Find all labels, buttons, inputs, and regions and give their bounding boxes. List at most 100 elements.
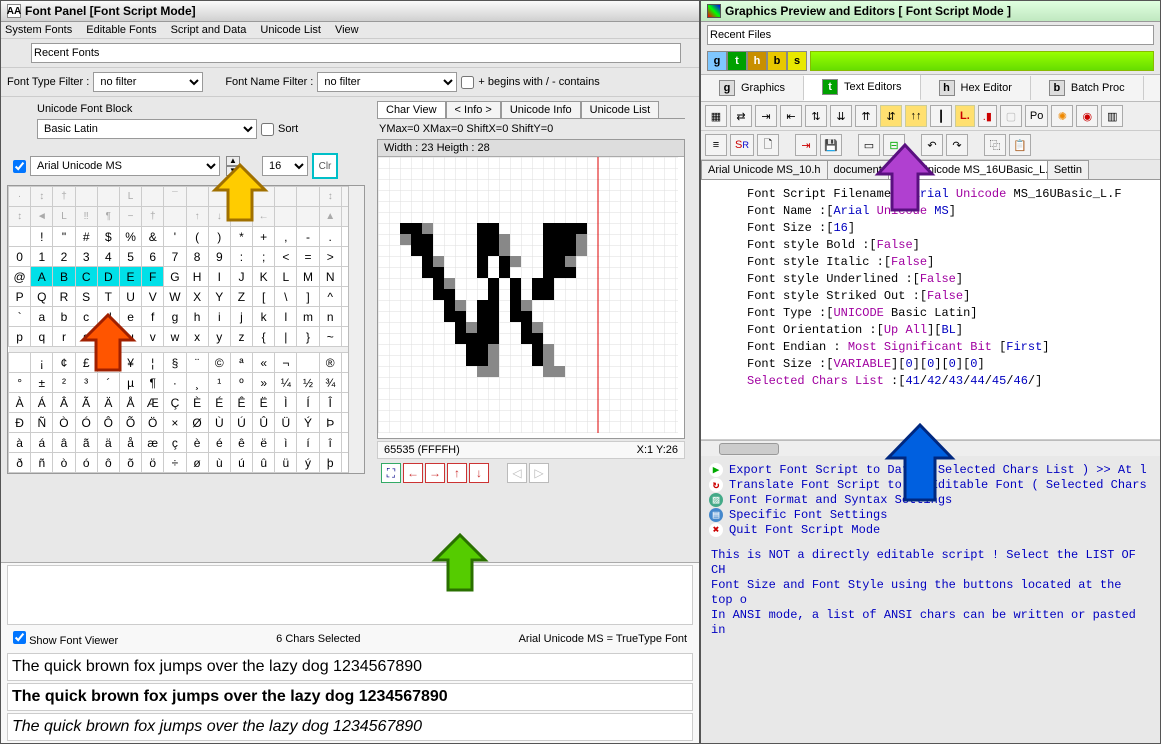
char-cell[interactable]: ç [164, 433, 186, 453]
tb-sr-icon[interactable]: SR [730, 134, 754, 156]
char-cell[interactable]: | [275, 327, 297, 347]
char-cell[interactable]: G [164, 267, 186, 287]
char-cell[interactable]: ¡ [31, 353, 53, 373]
char-cell[interactable]: ó [75, 453, 97, 473]
char-cell[interactable]: U [119, 287, 141, 307]
char-cell[interactable]: % [119, 227, 141, 247]
tb-bars-icon[interactable]: ▥ [1101, 105, 1123, 127]
char-cell[interactable]: a [31, 307, 53, 327]
char-cell[interactable]: ¯ [164, 187, 186, 207]
char-cell[interactable]: ◄ [31, 207, 53, 227]
char-cell[interactable]: Ð [9, 413, 31, 433]
char-cell[interactable]: Ã [75, 393, 97, 413]
tb-redo-icon[interactable]: ↷ [946, 134, 968, 156]
char-cell[interactable]: S [75, 287, 97, 307]
char-cell[interactable]: ~ [319, 327, 341, 347]
char-cell[interactable]: , [275, 227, 297, 247]
char-cell[interactable]: î [319, 433, 341, 453]
char-cell[interactable]: Ö [142, 413, 164, 433]
char-cell[interactable]: I [208, 267, 230, 287]
char-cell[interactable]: Ô [97, 413, 119, 433]
nav-up-button[interactable]: ↑ [447, 463, 467, 483]
char-cell[interactable]: 3 [75, 247, 97, 267]
tb-arrows-ud-icon[interactable]: ⇅ [805, 105, 827, 127]
char-cell[interactable]: ì [275, 433, 297, 453]
char-grid-scrollbar[interactable] [348, 186, 364, 473]
tb-paste-icon[interactable]: 📋 [1009, 134, 1031, 156]
char-cell[interactable]: A [31, 267, 53, 287]
char-cell[interactable]: 1 [31, 247, 53, 267]
char-cell[interactable]: = [297, 247, 319, 267]
char-cell[interactable]: ( [186, 227, 208, 247]
tb-doc-icon[interactable]: 🗋 [757, 134, 779, 156]
tb-mark-icon[interactable]: ◉ [1076, 105, 1098, 127]
char-cell[interactable]: ø [186, 453, 208, 473]
menu-editable-fonts[interactable]: Editable Fonts [86, 24, 156, 36]
char-cell[interactable]: í [297, 433, 319, 453]
char-cell[interactable]: − [119, 207, 141, 227]
tab-unicode-info[interactable]: Unicode Info [501, 101, 581, 118]
editor-tab-batch-proc[interactable]: bBatch Proc [1031, 76, 1144, 100]
char-cell[interactable]: Ü [275, 413, 297, 433]
char-cell[interactable]: Â [53, 393, 75, 413]
tb-disabled-icon[interactable]: ▢ [1000, 105, 1022, 127]
mode-button-g[interactable]: g [707, 51, 727, 71]
char-cell[interactable]: Ý [297, 413, 319, 433]
char-cell[interactable]: ñ [31, 453, 53, 473]
unicode-block-select[interactable]: Basic Latin [37, 119, 257, 139]
char-cell[interactable]: å [119, 433, 141, 453]
char-cell[interactable]: ý [297, 453, 319, 473]
char-cell[interactable]: F [142, 267, 164, 287]
nav-next-button[interactable]: ▷ [529, 463, 549, 483]
char-cell[interactable] [186, 187, 208, 207]
recent-files-field[interactable] [707, 25, 1154, 45]
char-cell[interactable]: ¢ [53, 353, 75, 373]
editor-tab-hex-editor[interactable]: hHex Editor [921, 76, 1031, 100]
char-cell[interactable]: T [97, 287, 119, 307]
char-cell[interactable]: K [253, 267, 275, 287]
char-cell[interactable]: Å [119, 393, 141, 413]
char-cell[interactable]: Ì [275, 393, 297, 413]
nav-prev-button[interactable]: ◁ [507, 463, 527, 483]
char-cell[interactable]: p [9, 327, 31, 347]
char-cell[interactable]: ü [275, 453, 297, 473]
char-cell[interactable]: ! [31, 227, 53, 247]
char-cell[interactable]: ¶ [97, 207, 119, 227]
char-cell[interactable] [297, 187, 319, 207]
char-cell[interactable]: è [186, 433, 208, 453]
action-item[interactable]: ▤Specific Font Settings [709, 508, 1152, 522]
char-cell[interactable]: L [53, 207, 75, 227]
char-cell[interactable]: Ç [164, 393, 186, 413]
char-cell[interactable]: Î [319, 393, 341, 413]
char-cell[interactable]: j [230, 307, 252, 327]
char-cell[interactable]: ▲ [319, 207, 341, 227]
char-cell[interactable]: ¶ [142, 373, 164, 393]
char-cell[interactable]: º [230, 373, 252, 393]
char-cell[interactable]: Á [31, 393, 53, 413]
menu-system-fonts[interactable]: System Fonts [5, 24, 72, 36]
char-cell[interactable]: 7 [164, 247, 186, 267]
char-cell[interactable]: þ [319, 453, 341, 473]
char-cell[interactable]: ` [9, 307, 31, 327]
char-cell[interactable] [164, 207, 186, 227]
menu-script-data[interactable]: Script and Data [171, 24, 247, 36]
char-cell[interactable]: R [53, 287, 75, 307]
char-cell[interactable]: » [253, 373, 275, 393]
char-cell[interactable]: ® [319, 353, 341, 373]
mode-button-t[interactable]: t [727, 51, 747, 71]
char-cell[interactable]: Ê [230, 393, 252, 413]
char-cell[interactable]: Ø [186, 413, 208, 433]
begins-contains-checkbox[interactable] [461, 76, 474, 89]
char-cell[interactable]: ë [253, 433, 275, 453]
char-cell[interactable]: Û [253, 413, 275, 433]
char-cell[interactable]: Y [208, 287, 230, 307]
char-cell[interactable]: ¹ [208, 373, 230, 393]
sort-checkbox[interactable] [261, 123, 274, 136]
char-cell[interactable]: z [230, 327, 252, 347]
font-enable-checkbox[interactable] [13, 160, 26, 173]
mode-button-s[interactable]: s [787, 51, 807, 71]
tb-pipe-icon[interactable]: ┃ [930, 105, 952, 127]
action-item[interactable]: ✖Quit Font Script Mode [709, 523, 1152, 537]
char-cell[interactable]: r [53, 327, 75, 347]
char-cell[interactable]: " [53, 227, 75, 247]
